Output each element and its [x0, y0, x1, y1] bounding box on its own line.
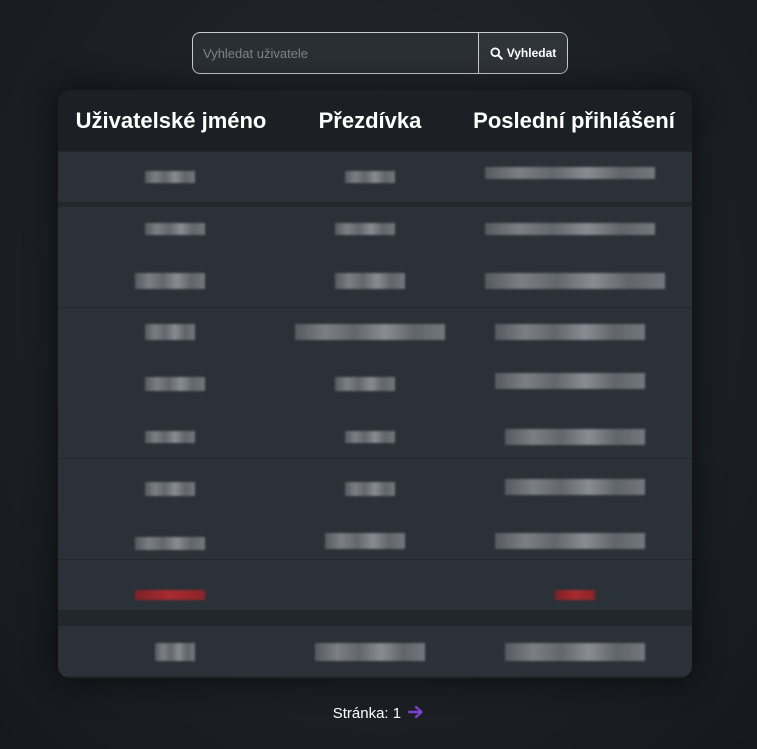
page-number: 1: [392, 705, 402, 722]
pagination: Stránka: 1: [0, 705, 757, 722]
column-header-last-login: Poslední přihlášení: [473, 107, 675, 133]
search-icon: [490, 46, 503, 60]
users-table: Uživatelské jméno Přezdívka Poslední při…: [58, 90, 692, 678]
table-row[interactable]: [58, 152, 692, 202]
table-row[interactable]: [58, 207, 692, 257]
column-header-nickname: Přezdívka: [318, 107, 422, 133]
search-input[interactable]: [193, 33, 478, 73]
last-login-cell: [505, 429, 645, 445]
last-login-cell: [485, 273, 665, 289]
username-cell: [155, 643, 195, 661]
search-button-label: Vyhledat: [506, 46, 557, 60]
username-cell: [135, 537, 205, 550]
nickname-cell: [345, 482, 395, 496]
nickname-cell: [335, 223, 395, 235]
nickname-cell: [335, 273, 405, 289]
search-button[interactable]: Vyhledat: [478, 33, 567, 73]
last-login-cell: [485, 167, 655, 179]
username-cell: [145, 431, 195, 443]
nickname-cell: [335, 377, 395, 391]
column-header-username: Uživatelské jméno: [75, 107, 267, 133]
search-bar: Vyhledat: [192, 32, 568, 74]
username-cell: [145, 482, 195, 496]
table-row[interactable]: [58, 308, 692, 358]
username-cell: [135, 590, 205, 600]
last-login-cell: [505, 479, 645, 495]
nickname-cell: [345, 431, 395, 443]
nickname-cell: [345, 171, 395, 183]
username-cell: [135, 273, 205, 289]
nickname-cell: [325, 533, 405, 549]
page-label: Stránka:: [332, 705, 389, 722]
nickname-cell: [315, 643, 425, 661]
last-login-cell: [495, 324, 645, 340]
last-login-cell: [485, 223, 655, 235]
table-row[interactable]: [58, 358, 692, 408]
table-row[interactable]: [58, 509, 692, 559]
username-cell: [145, 377, 205, 391]
username-cell: [145, 324, 195, 340]
table-row[interactable]: [58, 459, 692, 509]
username-cell: [145, 223, 205, 235]
nickname-cell: [295, 324, 445, 340]
table-row[interactable]: [58, 408, 692, 458]
table-header: Uživatelské jméno Přezdívka Poslední při…: [58, 90, 692, 151]
last-login-cell: [555, 590, 595, 600]
last-login-cell: [495, 533, 645, 549]
last-login-cell: [495, 373, 645, 389]
username-cell: [145, 171, 195, 183]
table-row[interactable]: [58, 560, 692, 610]
table-row[interactable]: [58, 257, 692, 307]
arrow-right-icon[interactable]: [408, 705, 424, 722]
table-row[interactable]: [58, 626, 692, 676]
last-login-cell: [505, 643, 645, 661]
